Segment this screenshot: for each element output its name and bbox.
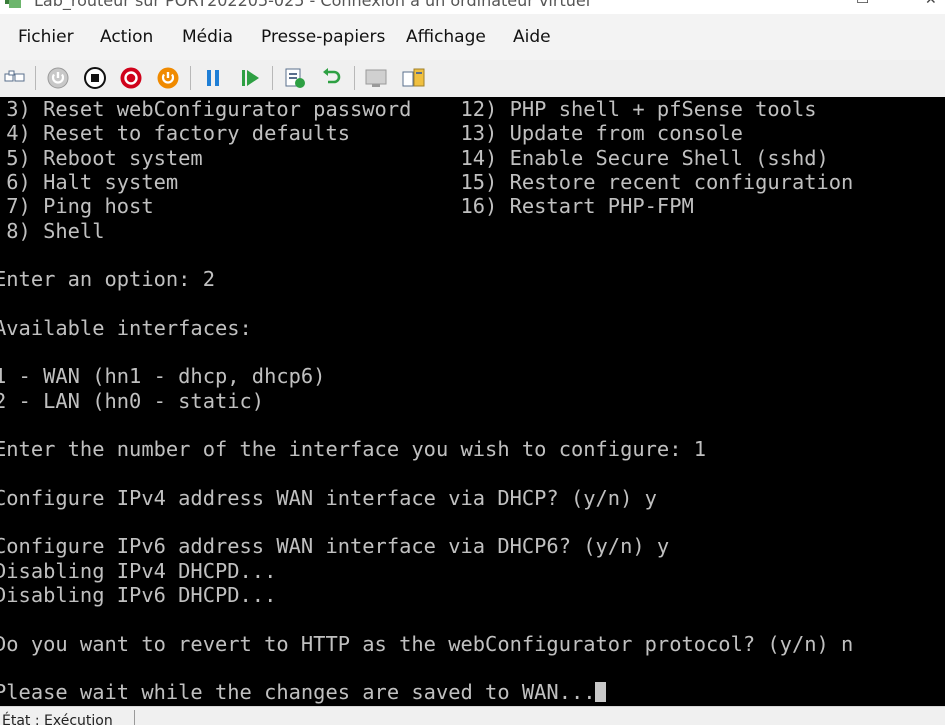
toolbar-separator bbox=[272, 66, 273, 90]
console-line: Configure IPv4 address WAN interface via… bbox=[0, 485, 657, 510]
status-divider bbox=[134, 710, 135, 725]
title-bar: Lab_routeur sur PORT202205-025 - Connexi… bbox=[0, 0, 945, 14]
toolbar bbox=[0, 60, 945, 97]
status-text: État : Exécution bbox=[2, 713, 113, 725]
toolbar-separator bbox=[354, 66, 355, 90]
minimize-button[interactable]: ▭ bbox=[856, 0, 869, 8]
shutdown-icon[interactable] bbox=[117, 64, 145, 92]
text-cursor bbox=[595, 682, 607, 703]
resume-icon[interactable] bbox=[236, 64, 264, 92]
vm-console-screen[interactable]: 3) Reset webConfigurator password 12) PH… bbox=[0, 97, 945, 706]
turn-off-icon[interactable] bbox=[81, 64, 109, 92]
console-line: 5) Reboot system 14) Enable Secure Shell… bbox=[0, 145, 829, 170]
menu-aide[interactable]: Aide bbox=[513, 27, 551, 47]
status-bar: État : Exécution bbox=[0, 706, 945, 725]
console-line: Please wait while the changes are saved … bbox=[0, 680, 596, 705]
share-icon[interactable] bbox=[400, 64, 428, 92]
console-line: 6) Halt system 15) Restore recent config… bbox=[0, 169, 854, 194]
console-line: 8) Shell bbox=[0, 218, 105, 243]
console-line: Enter an option: 2 bbox=[0, 267, 215, 292]
console-line: Do you want to revert to HTTP as the web… bbox=[0, 631, 854, 656]
console-line: Configure IPv6 address WAN interface via… bbox=[0, 534, 670, 559]
toolbar-separator bbox=[35, 66, 36, 90]
console-line: Disabling IPv6 DHCPD... bbox=[0, 583, 277, 607]
menu-action[interactable]: Action bbox=[100, 27, 153, 47]
toolbar-separator bbox=[190, 66, 191, 90]
checkpoint-icon[interactable] bbox=[281, 64, 309, 92]
pause-icon[interactable] bbox=[199, 64, 227, 92]
menu-affichage[interactable]: Affichage bbox=[406, 27, 486, 47]
revert-icon[interactable] bbox=[318, 64, 346, 92]
console-line: 2 - LAN (hn0 - static) bbox=[0, 388, 265, 413]
menu-bar: Fichier Action Média Presse-papiers Affi… bbox=[0, 14, 945, 60]
menu-presse-papiers[interactable]: Presse-papiers bbox=[261, 27, 385, 47]
console-line: Disabling IPv4 DHCPD... bbox=[0, 558, 277, 583]
console-line: Available interfaces: bbox=[0, 315, 252, 340]
enhanced-session-icon[interactable] bbox=[363, 64, 391, 92]
console-line: 4) Reset to factory defaults 13) Update … bbox=[0, 121, 743, 146]
vm-connect-icon bbox=[4, 0, 22, 10]
window-title: Lab_routeur sur PORT202205-025 - Connexi… bbox=[34, 0, 591, 10]
ctrl-alt-del-icon[interactable] bbox=[1, 64, 29, 92]
menu-fichier[interactable]: Fichier bbox=[18, 27, 74, 47]
save-state-icon[interactable] bbox=[154, 64, 182, 92]
console-line: 1 - WAN (hn1 - dhcp, dhcp6) bbox=[0, 364, 326, 389]
menu-media[interactable]: Média bbox=[182, 27, 233, 47]
start-icon[interactable] bbox=[44, 64, 72, 92]
close-button[interactable]: ✕ bbox=[925, 0, 937, 8]
console-line: Enter the number of the interface you wi… bbox=[0, 437, 707, 462]
console-line: 7) Ping host 16) Restart PHP-FPM bbox=[0, 194, 694, 219]
console-line: 3) Reset webConfigurator password 12) PH… bbox=[0, 97, 817, 121]
